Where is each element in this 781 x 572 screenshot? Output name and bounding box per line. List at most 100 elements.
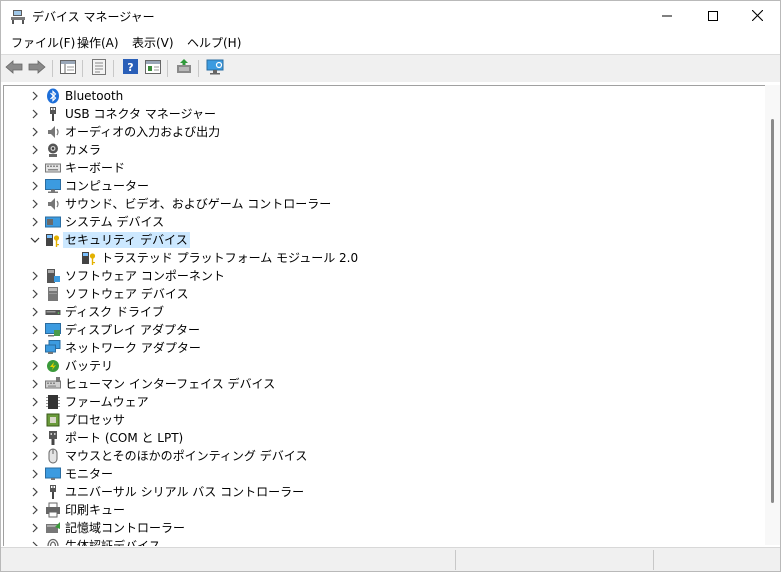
tree-category-item[interactable]: ヒューマン インターフェイス デバイス (4, 375, 744, 393)
tree-category-item[interactable]: 記憶域コントローラー (4, 519, 744, 537)
chevron-right-icon[interactable] (30, 378, 40, 390)
properties-pane-icon (60, 59, 76, 77)
tree-category-item[interactable]: ソフトウェア コンポーネント (4, 267, 744, 285)
tree-category-item[interactable]: カメラ (4, 141, 744, 159)
chevron-right-icon[interactable] (30, 522, 40, 534)
printer-icon (45, 502, 61, 518)
tree-category-item[interactable]: マウスとそのほかのポインティング デバイス (4, 447, 744, 465)
action-pane-icon (145, 59, 161, 77)
tree-item-label: ソフトウェア デバイス (65, 287, 189, 301)
chevron-right-icon[interactable] (30, 198, 40, 210)
help-icon: ? (122, 59, 138, 77)
tree-child-item[interactable]: トラステッド プラットフォーム モジュール 2.0 (4, 249, 744, 267)
close-icon (751, 9, 763, 24)
window-title: デバイス マネージャー (32, 10, 155, 24)
tree-item-label: ポート (COM と LPT) (65, 431, 184, 445)
menu-bar: ファイル(F) 操作(A) 表示(V) ヘルプ(H) (1, 33, 780, 54)
bluetooth-icon (45, 88, 61, 104)
device-manager-icon (10, 9, 26, 25)
chevron-right-icon[interactable] (30, 432, 40, 444)
chevron-right-icon[interactable] (30, 306, 40, 318)
chevron-right-icon[interactable] (30, 126, 40, 138)
chevron-right-icon[interactable] (30, 324, 40, 336)
forward-button[interactable] (28, 59, 46, 77)
chevron-right-icon[interactable] (30, 270, 40, 282)
chevron-right-icon[interactable] (30, 468, 40, 480)
tree-category-item[interactable]: セキュリティ デバイス (4, 231, 744, 249)
menu-view[interactable]: 表示(V) (130, 35, 176, 52)
tree-category-item[interactable]: オーディオの入力および出力 (4, 123, 744, 141)
update-driver-button[interactable] (175, 58, 193, 77)
scan-hardware-button[interactable] (206, 59, 224, 77)
maximize-icon (708, 10, 718, 24)
menu-help[interactable]: ヘルプ(H) (185, 35, 243, 52)
tree-category-item[interactable]: コンピューター (4, 177, 744, 195)
tree-item-label: 印刷キュー (65, 503, 126, 517)
tree-item-label: バッテリ (65, 359, 114, 373)
tree-item-label: コンピューター (65, 179, 150, 193)
svg-text:?: ? (127, 61, 133, 74)
chevron-right-icon[interactable] (30, 360, 40, 372)
tree-category-item[interactable]: ユニバーサル シリアル バス コントローラー (4, 483, 744, 501)
tree-item-label: ディスプレイ アダプター (65, 323, 200, 337)
help-button[interactable]: ? (121, 59, 139, 77)
tree-category-item[interactable]: 生体認証デバイス (4, 537, 744, 546)
tree-category-item[interactable]: ディスク ドライブ (4, 303, 744, 321)
tree-category-item[interactable]: モニター (4, 465, 744, 483)
chevron-right-icon[interactable] (30, 414, 40, 426)
tree-item-label: システム デバイス (65, 215, 165, 229)
tree-category-item[interactable]: Bluetooth (4, 87, 744, 105)
tree-category-item[interactable]: USB コネクタ マネージャー (4, 105, 744, 123)
tree-category-item[interactable]: キーボード (4, 159, 744, 177)
tree-item-label: ネットワーク アダプター (65, 341, 201, 355)
tree-item-label: サウンド、ビデオ、およびゲーム コントローラー (65, 197, 332, 211)
action-pane-button[interactable] (144, 59, 162, 77)
chevron-right-icon[interactable] (30, 108, 40, 120)
battery-icon (45, 358, 61, 374)
scrollbar-thumb[interactable] (771, 119, 774, 503)
storage-controller-icon (45, 520, 61, 536)
tree-category-item[interactable]: サウンド、ビデオ、およびゲーム コントローラー (4, 195, 744, 213)
chevron-down-icon[interactable] (30, 234, 40, 246)
chevron-right-icon[interactable] (30, 504, 40, 516)
show-hide-tree-button[interactable] (59, 59, 77, 77)
close-button[interactable] (734, 1, 780, 33)
chevron-right-icon[interactable] (30, 450, 40, 462)
chevron-right-icon[interactable] (30, 288, 40, 300)
vertical-scrollbar[interactable] (765, 85, 780, 545)
display-adapter-icon (45, 322, 61, 338)
back-button[interactable] (5, 59, 23, 77)
chevron-right-icon[interactable] (30, 396, 40, 408)
chevron-right-icon[interactable] (30, 144, 40, 156)
tree-category-item[interactable]: バッテリ (4, 357, 744, 375)
chevron-right-icon[interactable] (30, 216, 40, 228)
menu-file[interactable]: ファイル(F) (9, 35, 77, 52)
menu-action[interactable]: 操作(A) (75, 35, 121, 52)
tree-category-item[interactable]: ファームウェア (4, 393, 744, 411)
scan-hardware-icon (206, 59, 224, 78)
tree-item-label: 生体認証デバイス (65, 539, 161, 546)
tree-category-item[interactable]: ポート (COM と LPT) (4, 429, 744, 447)
device-tree: Bluetooth USB コネクタ マネージャーオーディオの入力および出力 カメラ… (3, 85, 766, 546)
properties-button[interactable] (90, 58, 108, 77)
chevron-right-icon[interactable] (30, 162, 40, 174)
minimize-button[interactable] (644, 1, 690, 33)
speaker-icon (45, 124, 61, 140)
tree-item-label: セキュリティ デバイス (63, 232, 190, 248)
chevron-right-icon[interactable] (30, 90, 40, 102)
maximize-button[interactable] (690, 1, 736, 33)
disk-drive-icon (45, 304, 61, 320)
chevron-right-icon[interactable] (30, 540, 40, 546)
tree-item-label: トラステッド プラットフォーム モジュール 2.0 (101, 251, 359, 265)
chevron-right-icon[interactable] (30, 180, 40, 192)
tree-category-item[interactable]: ソフトウェア デバイス (4, 285, 744, 303)
chevron-right-icon[interactable] (30, 486, 40, 498)
tree-category-item[interactable]: 印刷キュー (4, 501, 744, 519)
tree-item-label: USB コネクタ マネージャー (65, 107, 216, 121)
tree-category-item[interactable]: ネットワーク アダプター (4, 339, 744, 357)
tree-category-item[interactable]: ディスプレイ アダプター (4, 321, 744, 339)
tree-category-item[interactable]: プロセッサ (4, 411, 744, 429)
tree-category-item[interactable]: システム デバイス (4, 213, 744, 231)
chevron-right-icon[interactable] (30, 342, 40, 354)
title-bar[interactable]: デバイス マネージャー (1, 1, 780, 33)
